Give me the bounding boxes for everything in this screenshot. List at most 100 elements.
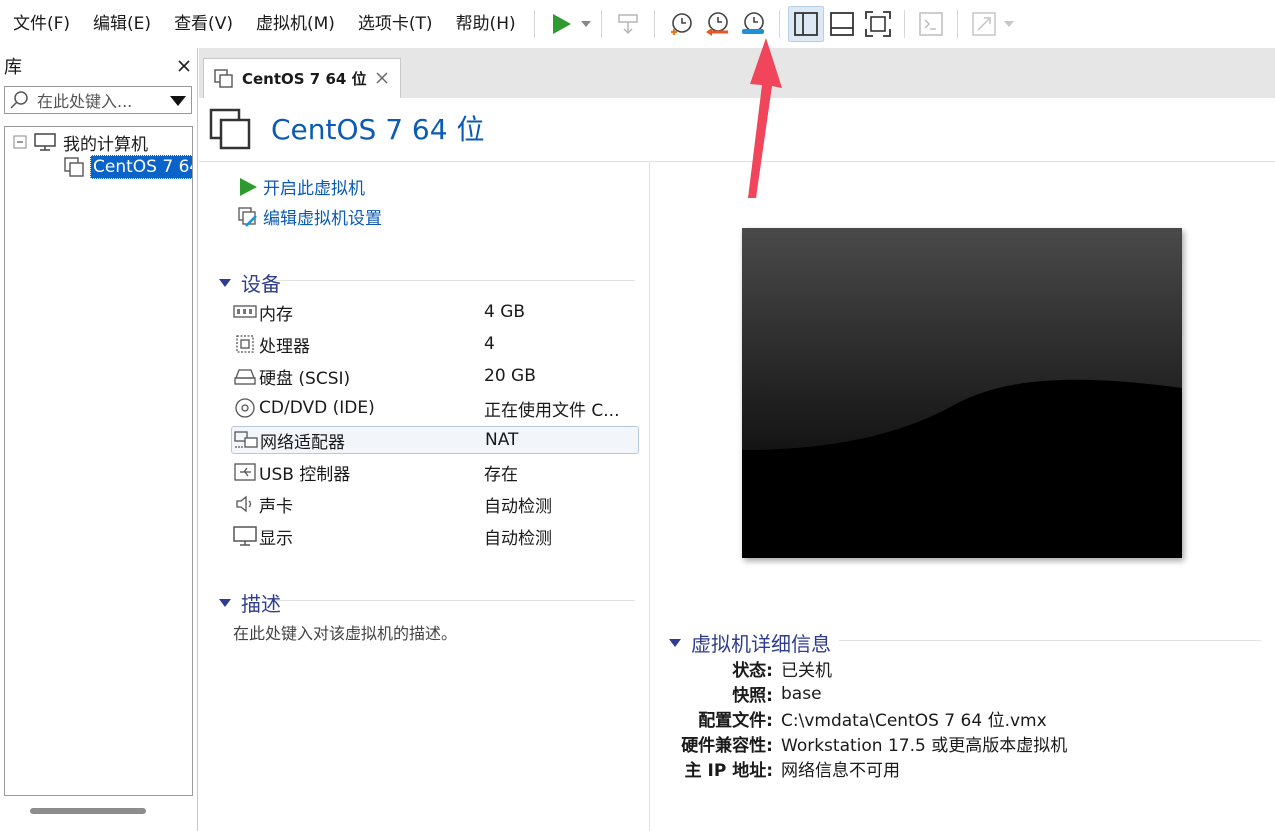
toolbar-separator (778, 10, 780, 38)
toolbar-separator (956, 10, 958, 38)
device-value: 自动检测 (484, 496, 552, 517)
device-value: 20 GB (484, 366, 536, 386)
send-keys-button[interactable] (610, 6, 646, 42)
device-row[interactable]: 显示 自动检测 (231, 522, 639, 550)
toolbar-separator (533, 10, 535, 38)
section-divider (275, 600, 635, 601)
collapse-triangle-icon (219, 278, 231, 287)
device-value: 4 GB (484, 302, 526, 322)
library-panel-icon (793, 12, 818, 36)
vm-detail-row: 主 IP 地址: 网络信息不可用 (599, 756, 900, 781)
menu-tabs[interactable]: 选项卡(T) (345, 0, 443, 48)
start-vm-link[interactable]: 开启此虚拟机 (237, 174, 365, 199)
close-icon[interactable] (374, 70, 390, 86)
chevron-down-icon (1003, 21, 1014, 27)
chevron-down-icon (580, 21, 591, 27)
fullscreen-icon (864, 11, 891, 37)
detail-value: C:\vmdata\CentOS 7 64 位.vmx (781, 711, 1047, 731)
library-header: 库 (0, 48, 197, 84)
device-row[interactable]: 处理器 4 (231, 330, 639, 358)
library-search-input[interactable]: 在此处键入... (4, 86, 192, 114)
device-value: NAT (485, 430, 519, 450)
collapse-icon[interactable] (13, 135, 27, 149)
vm-summary-page: CentOS 7 64 位 开启此虚拟机 编辑虚拟机设置 设备 内存 4 GB 处理… (199, 98, 1275, 831)
tree-item-label: CentOS 7 64 位 (90, 155, 192, 179)
devices-heading: 设备 (241, 272, 281, 296)
devices-section-header[interactable]: 设备 (219, 268, 281, 297)
collapse-triangle-icon (219, 598, 231, 607)
menu-toolbar-bar: 文件(F) 编辑(E) 查看(V) 虚拟机(M) 选项卡(T) 帮助(H) (0, 0, 1275, 48)
menu-edit[interactable]: 编辑(E) (80, 0, 161, 48)
display-icon (231, 525, 259, 547)
device-row[interactable]: 网络适配器 NAT (231, 426, 639, 454)
device-name: 内存 (259, 304, 293, 325)
device-value: 存在 (484, 464, 518, 485)
chevron-down-icon[interactable] (167, 94, 189, 108)
search-placeholder: 在此处键入... (37, 92, 133, 111)
power-on-button[interactable] (543, 6, 579, 42)
vm-screen-preview[interactable] (742, 228, 1182, 558)
device-name: 声卡 (259, 496, 293, 517)
close-icon[interactable] (177, 59, 191, 73)
description-section-header[interactable]: 描述 (219, 588, 281, 617)
menu-file[interactable]: 文件(F) (0, 0, 80, 48)
harddisk-icon (231, 366, 259, 386)
library-title: 库 (4, 57, 22, 78)
vm-detail-row: 状态: 已关机 (599, 656, 832, 681)
tab-centos[interactable]: CentOS 7 64 位 (203, 58, 401, 98)
toolbar-separator (653, 10, 655, 38)
keyboard-send-icon (617, 14, 638, 35)
menu-vm[interactable]: 虚拟机(M) (243, 0, 345, 48)
library-panel: 库 在此处键入... 我的计算机 CentOS 7 6 (0, 48, 198, 831)
revert-snapshot-button[interactable] (699, 6, 735, 42)
device-row[interactable]: 硬盘 (SCSI) 20 GB (231, 362, 639, 390)
device-row[interactable]: CD/DVD (IDE) 正在使用文件 C... (231, 394, 639, 422)
device-row[interactable]: USB 控制器 存在 (231, 458, 639, 486)
edit-vm-settings-label: 编辑虚拟机设置 (263, 209, 382, 229)
menu-view[interactable]: 查看(V) (161, 0, 243, 48)
vm-preview-image (742, 228, 1182, 558)
stretch-button[interactable] (966, 6, 1002, 42)
console-icon (918, 12, 943, 36)
tab-label: CentOS 7 64 位 (242, 70, 367, 88)
detail-value: base (781, 683, 822, 704)
take-snapshot-button[interactable] (663, 6, 699, 42)
vm-icon (64, 157, 84, 177)
cpu-icon (231, 333, 259, 355)
device-value: 正在使用文件 C... (484, 400, 620, 421)
detail-value: 网络信息不可用 (781, 761, 900, 781)
vm-details-section-header[interactable]: 虚拟机详细信息 (669, 628, 831, 657)
section-divider (275, 280, 635, 281)
detail-label: 主 IP 地址: (684, 761, 773, 781)
search-icon (10, 91, 28, 109)
library-tree: 我的计算机 CentOS 7 64 位 (4, 126, 193, 796)
thumbnail-bar-button[interactable] (824, 6, 860, 42)
red-arrow-annotation (748, 38, 782, 198)
snapshot-revert-icon (705, 12, 728, 36)
toolbar-separator (600, 10, 602, 38)
library-horizontal-scrollbar[interactable] (30, 808, 146, 814)
device-name: 硬盘 (SCSI) (259, 368, 351, 389)
detail-label: 状态: (732, 661, 773, 681)
vm-detail-row: 硬件兼容性: Workstation 17.5 或更高版本虚拟机 (599, 731, 1067, 756)
description-text[interactable]: 在此处键入对该虚拟机的描述。 (233, 620, 457, 644)
power-dropdown-button[interactable] (579, 6, 593, 42)
detail-label: 硬件兼容性: (681, 736, 773, 756)
toolbar-separator (903, 10, 905, 38)
thumbnail-bar-icon (829, 12, 854, 36)
device-row[interactable]: 内存 4 GB (231, 298, 639, 326)
edit-vm-settings-link[interactable]: 编辑虚拟机设置 (237, 204, 382, 229)
tree-item-my-computer[interactable]: 我的计算机 (13, 130, 148, 155)
menu-help[interactable]: 帮助(H) (443, 0, 526, 48)
device-name: USB 控制器 (259, 464, 351, 485)
device-row[interactable]: 声卡 自动检测 (231, 490, 639, 518)
detail-value: Workstation 17.5 或更高版本虚拟机 (781, 736, 1068, 756)
detail-label: 配置文件: (698, 711, 773, 731)
stretch-dropdown-button[interactable] (1002, 6, 1016, 42)
console-button[interactable] (913, 6, 949, 42)
tree-item-centos[interactable]: CentOS 7 64 位 (63, 155, 192, 179)
vm-title: CentOS 7 64 位 (271, 113, 485, 146)
full-screen-button[interactable] (860, 6, 896, 42)
vm-icon (214, 68, 233, 88)
snapshot-take-icon (670, 13, 692, 35)
